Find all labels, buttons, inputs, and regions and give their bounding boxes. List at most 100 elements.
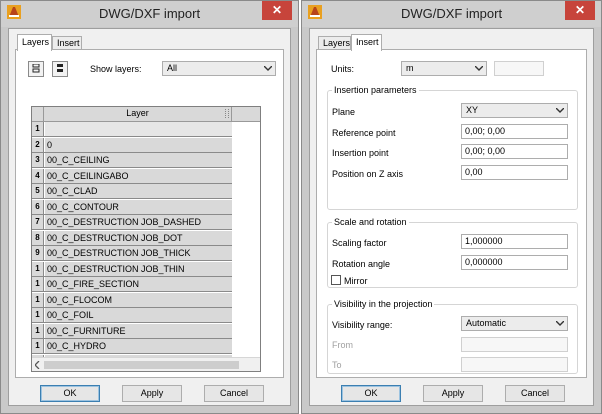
title-bar[interactable]: DWG/DXF import ✕ xyxy=(1,1,298,27)
close-button[interactable]: ✕ xyxy=(565,1,595,20)
position-z-label: Position on Z axis xyxy=(332,169,404,179)
layers-dialog-window: DWG/DXF import ✕ Layers Insert Show laye… xyxy=(0,0,299,414)
show-layers-dropdown[interactable]: All xyxy=(162,61,276,76)
row-number[interactable]: 8 xyxy=(32,230,44,245)
dialog-client-area: Layers Insert Units: m Insertion paramet… xyxy=(309,28,594,406)
row-number[interactable]: 6 xyxy=(32,199,44,214)
tab-insert[interactable]: Insert xyxy=(351,34,382,51)
plane-dropdown[interactable]: XY xyxy=(461,103,568,118)
table-row[interactable]: 4 00_C_CEILINGABO xyxy=(32,168,232,184)
layer-list-icon xyxy=(32,64,40,73)
layer-name-cell[interactable]: 00_C_CEILINGABO xyxy=(45,168,232,183)
layer-name-cell[interactable]: 00_C_DESTRUCTION JOB_DASHED xyxy=(45,215,232,229)
table-row[interactable]: 6 00_C_CONTOUR xyxy=(32,199,232,215)
layer-filled-button[interactable] xyxy=(52,61,68,77)
table-row[interactable]: 1 xyxy=(32,122,232,137)
reference-point-input[interactable]: 0,00; 0,00 xyxy=(461,124,568,139)
column-resize-handle[interactable] xyxy=(225,109,229,118)
layer-name-cell[interactable]: 00_C_DESTRUCTION JOB_DOT xyxy=(45,230,232,245)
units-extra-field xyxy=(494,61,544,76)
position-z-input[interactable]: 0,00 xyxy=(461,165,568,180)
ok-button[interactable]: OK xyxy=(40,385,100,402)
row-number[interactable]: 1 xyxy=(32,292,44,307)
window-title: DWG/DXF import xyxy=(400,6,503,21)
visibility-range-dropdown[interactable]: Automatic xyxy=(461,316,568,331)
ok-button[interactable]: OK xyxy=(341,385,401,402)
table-row[interactable]: 8 00_C_DESTRUCTION JOB_DOT xyxy=(32,230,232,246)
layer-name-cell[interactable]: 00_C_FOIL xyxy=(45,308,232,322)
row-number[interactable]: 3 xyxy=(32,153,44,167)
table-row[interactable]: 3 00_C_CEILING xyxy=(32,153,232,168)
tab-layers[interactable]: Layers xyxy=(318,36,351,50)
cancel-button[interactable]: Cancel xyxy=(204,385,264,402)
table-row[interactable]: 1 00_C_FIRE_SECTION xyxy=(32,277,232,292)
table-row[interactable]: 9 00_C_DESTRUCTION JOB_THICK xyxy=(32,246,232,261)
visibility-caption: Visibility in the projection xyxy=(332,299,435,309)
apply-button[interactable]: Apply xyxy=(122,385,182,402)
row-number[interactable]: 1 xyxy=(32,277,44,291)
layer-name-cell[interactable]: 00_C_CEILING xyxy=(45,153,232,167)
table-row[interactable]: 1 00_C_FLOCOM xyxy=(32,292,232,308)
layer-name-cell[interactable]: 00_C_HYDRO xyxy=(45,339,232,353)
table-row[interactable]: 1 00_C_DESTRUCTION JOB_THIN xyxy=(32,261,232,277)
insertion-parameters-group: Insertion parameters Plane XY Reference … xyxy=(327,85,578,210)
table-row[interactable]: 20 xyxy=(32,137,232,153)
horizontal-scrollbar[interactable] xyxy=(32,357,260,371)
reference-point-label: Reference point xyxy=(332,128,396,138)
layer-toggle-button[interactable] xyxy=(28,61,44,77)
mirror-checkbox[interactable] xyxy=(331,275,341,285)
scroll-left-icon[interactable] xyxy=(35,361,40,369)
row-number[interactable]: 1 xyxy=(32,323,44,338)
layer-name-cell[interactable]: 00_C_DESTRUCTION JOB_THIN xyxy=(45,261,232,276)
scaling-factor-input[interactable]: 1,000000 xyxy=(461,234,568,249)
layer-name-cell[interactable]: 00_C_FURNITURE xyxy=(45,323,232,338)
units-label: Units: xyxy=(331,64,355,74)
layer-name-cell[interactable]: 00_C_FLOCOM xyxy=(45,292,232,307)
layer-name-cell[interactable]: 00_C_FIRE_SECTION xyxy=(45,277,232,291)
horizontal-scroll-thumb[interactable] xyxy=(44,361,239,369)
row-number[interactable]: 5 xyxy=(32,184,44,198)
rotation-angle-input[interactable]: 0,000000 xyxy=(461,255,568,270)
layer-name-cell[interactable] xyxy=(45,122,232,136)
layer-column-label: Layer xyxy=(126,108,149,118)
layer-filled-icon xyxy=(57,64,63,72)
show-layers-value: All xyxy=(167,63,178,73)
row-number[interactable]: 1 xyxy=(32,339,44,353)
tab-layers[interactable]: Layers xyxy=(17,34,52,51)
row-number[interactable]: 1 xyxy=(32,122,44,136)
grid-corner[interactable] xyxy=(32,107,44,121)
from-input xyxy=(461,337,568,352)
table-row[interactable]: 7 00_C_DESTRUCTION JOB_DASHED xyxy=(32,215,232,230)
units-dropdown[interactable]: m xyxy=(401,61,487,76)
visibility-group: Visibility in the projection Visibility … xyxy=(327,299,578,374)
tab-insert[interactable]: Insert xyxy=(52,36,82,50)
chevron-down-icon xyxy=(475,66,483,71)
insertion-point-input[interactable]: 0,00; 0,00 xyxy=(461,144,568,159)
row-number[interactable]: 7 xyxy=(32,215,44,229)
layer-name-cell[interactable]: 0 xyxy=(45,137,232,152)
table-row[interactable]: 1 00_C_HYDRO xyxy=(32,339,232,354)
row-number[interactable]: 1 xyxy=(32,261,44,276)
apply-button[interactable]: Apply xyxy=(423,385,483,402)
table-row[interactable]: 5 00_C_CLAD xyxy=(32,184,232,199)
row-number[interactable]: 1 xyxy=(32,308,44,322)
row-number[interactable]: 2 xyxy=(32,137,44,152)
title-bar[interactable]: DWG/DXF import ✕ xyxy=(302,1,601,27)
insert-panel: Units: m Insertion parameters Plane XY R… xyxy=(316,49,587,378)
insertion-parameters-caption: Insertion parameters xyxy=(332,85,419,95)
from-label: From xyxy=(332,340,353,350)
row-number[interactable]: 9 xyxy=(32,246,44,260)
table-row[interactable]: 1 00_C_FURNITURE xyxy=(32,323,232,339)
to-label: To xyxy=(332,360,342,370)
layer-column-header[interactable]: Layer xyxy=(44,107,232,121)
scale-rotation-group: Scale and rotation Scaling factor 1,0000… xyxy=(327,217,578,288)
close-button[interactable]: ✕ xyxy=(262,1,292,20)
layer-name-cell[interactable]: 00_C_CONTOUR xyxy=(45,199,232,214)
row-number[interactable]: 4 xyxy=(32,168,44,183)
layer-name-cell[interactable]: 00_C_CLAD xyxy=(45,184,232,198)
visibility-range-label: Visibility range: xyxy=(332,320,393,330)
layer-name-cell[interactable]: 00_C_DESTRUCTION JOB_THICK xyxy=(45,246,232,260)
cancel-button[interactable]: Cancel xyxy=(505,385,565,402)
table-row[interactable]: 1 00_C_FOIL xyxy=(32,308,232,323)
to-input xyxy=(461,357,568,372)
